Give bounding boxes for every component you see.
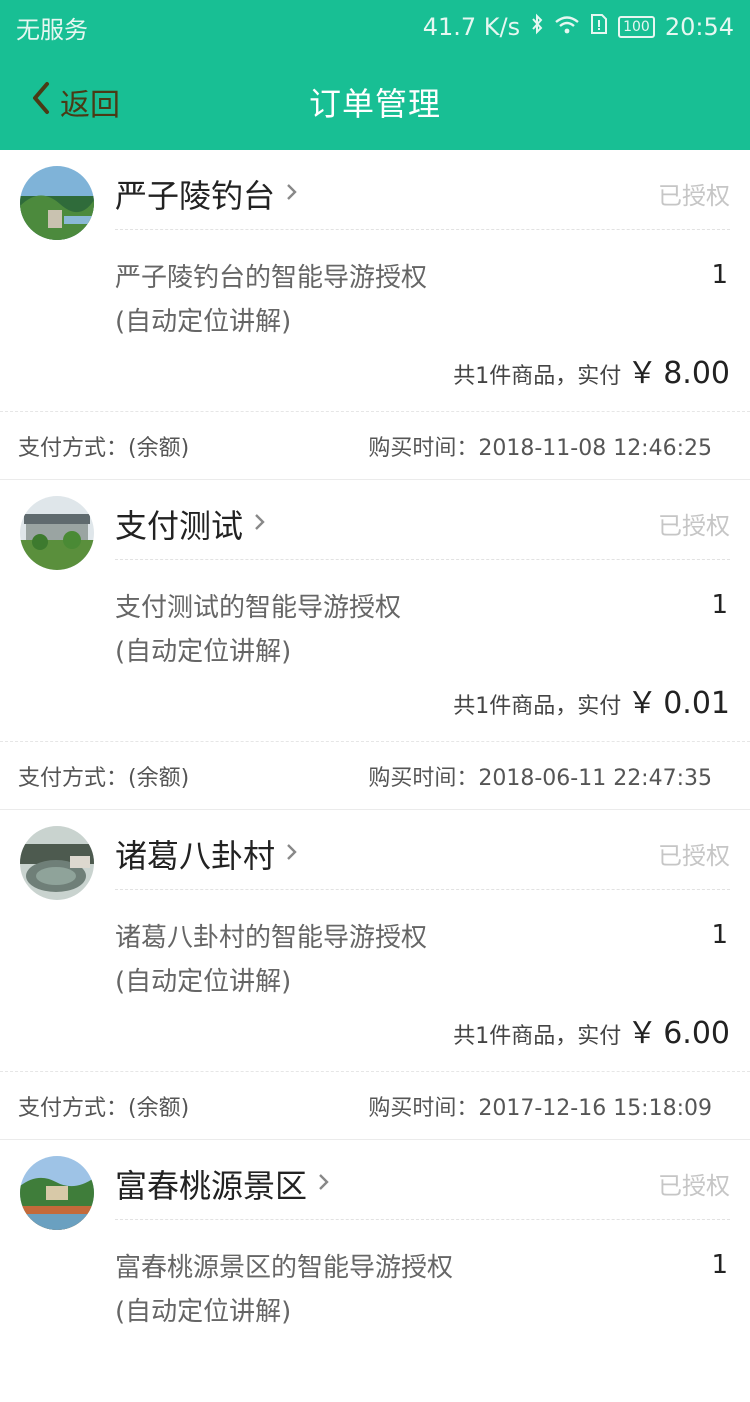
item-subtitle: (自动定位讲解) (115, 967, 292, 997)
divider (115, 889, 730, 890)
sim-alert-icon (590, 13, 608, 41)
status-icons: 41.7 K/s 100 20:54 (423, 13, 734, 41)
status-badge: 已授权 (658, 1172, 730, 1200)
nav-bar: 返回 订单管理 (0, 54, 750, 150)
back-button[interactable]: 返回 (30, 54, 120, 150)
status-badge: 已授权 (658, 512, 730, 540)
order-total: 共1件商品，实付 ￥ 8.00 (453, 348, 730, 392)
purchase-time: 购买时间：2018-06-11 22:47:35 (368, 766, 712, 791)
divider (115, 229, 730, 230)
order-card: 诸葛八卦村 已授权 诸葛八卦村的智能导游授权 (自动定位讲解) 1 共1件商品，… (0, 810, 750, 1140)
order-card: 严子陵钓台 已授权 严子陵钓台的智能导游授权 (自动定位讲解) 1 共1件商品，… (0, 150, 750, 480)
scenic-link[interactable]: 严子陵钓台 (115, 170, 299, 218)
scenic-thumbnail (20, 496, 94, 570)
scenic-thumbnail (20, 826, 94, 900)
total-label: 共1件商品，实付 (453, 364, 622, 389)
chevron-left-icon (30, 81, 52, 123)
payment-method: 支付方式：(余额) (18, 766, 190, 791)
chevron-right-icon (285, 182, 299, 206)
order-body[interactable]: 支付测试 已授权 支付测试的智能导游授权 (自动定位讲解) 1 共1件商品，实付… (0, 480, 750, 742)
order-card: 支付测试 已授权 支付测试的智能导游授权 (自动定位讲解) 1 共1件商品，实付… (0, 480, 750, 810)
item-title: 富春桃源景区的智能导游授权 (115, 1253, 454, 1283)
scenic-thumbnail (20, 1156, 94, 1230)
currency-symbol: ￥ (627, 356, 658, 391)
status-badge: 已授权 (658, 842, 730, 870)
scenic-link[interactable]: 支付测试 (115, 500, 267, 548)
item-quantity: 1 (711, 1250, 728, 1280)
scenic-name: 诸葛八卦村 (115, 837, 276, 875)
divider (115, 559, 730, 560)
order-total: 共1件商品，实付 ￥ 6.00 (453, 1008, 730, 1052)
order-total: 共1件商品，实付 ￥ 0.01 (453, 678, 730, 722)
payment-info: 支付方式：(余额) 购买时间：2018-06-11 22:47:35 (0, 742, 750, 810)
item-title: 严子陵钓台的智能导游授权 (115, 263, 428, 293)
scenic-link[interactable]: 富春桃源景区 (115, 1160, 331, 1208)
item-subtitle: (自动定位讲解) (115, 637, 292, 667)
item-title: 诸葛八卦村的智能导游授权 (115, 923, 428, 953)
network-speed: 41.7 K/s (422, 13, 521, 41)
payment-info: 支付方式：(余额) 购买时间：2017-12-16 15:18:09 (0, 1072, 750, 1140)
total-amount: 0.01 (663, 686, 730, 721)
app-header: 无服务 41.7 K/s 100 20:54 返回 订单管理 (0, 0, 750, 150)
scenic-thumbnail (20, 166, 94, 240)
clock: 20:54 (664, 13, 734, 41)
scenic-name: 支付测试 (115, 507, 244, 545)
scenic-name: 富春桃源景区 (115, 1167, 308, 1205)
order-body[interactable]: 诸葛八卦村 已授权 诸葛八卦村的智能导游授权 (自动定位讲解) 1 共1件商品，… (0, 810, 750, 1072)
item-quantity: 1 (711, 260, 728, 290)
wifi-icon (554, 13, 580, 41)
total-amount: 8.00 (663, 356, 730, 391)
currency-symbol: ￥ (627, 1016, 658, 1051)
total-label: 共1件商品，实付 (453, 1024, 622, 1049)
order-body[interactable]: 严子陵钓台 已授权 严子陵钓台的智能导游授权 (自动定位讲解) 1 共1件商品，… (0, 150, 750, 412)
order-card: 富春桃源景区 已授权 富春桃源景区的智能导游授权 (自动定位讲解) 1 (0, 1140, 750, 1402)
order-body[interactable]: 富春桃源景区 已授权 富春桃源景区的智能导游授权 (自动定位讲解) 1 (0, 1140, 750, 1402)
item-quantity: 1 (711, 920, 728, 950)
chevron-right-icon (285, 842, 299, 866)
status-badge: 已授权 (658, 182, 730, 210)
purchase-time: 购买时间：2017-12-16 15:18:09 (368, 1096, 712, 1121)
divider (115, 1219, 730, 1220)
carrier-label: 无服务 (16, 15, 88, 44)
item-title: 支付测试的智能导游授权 (115, 593, 402, 623)
total-amount: 6.00 (663, 1016, 730, 1051)
bluetooth-icon (530, 13, 544, 41)
purchase-time: 购买时间：2018-11-08 12:46:25 (368, 436, 712, 461)
item-quantity: 1 (711, 590, 728, 620)
item-subtitle: (自动定位讲解) (115, 307, 292, 337)
battery-icon: 100 (618, 16, 655, 38)
payment-method: 支付方式：(余额) (18, 1096, 190, 1121)
total-label: 共1件商品，实付 (453, 694, 622, 719)
chevron-right-icon (253, 512, 267, 536)
currency-symbol: ￥ (627, 686, 658, 721)
chevron-right-icon (317, 1172, 331, 1196)
item-subtitle: (自动定位讲解) (115, 1297, 292, 1327)
status-bar: 无服务 41.7 K/s 100 20:54 (0, 0, 750, 54)
payment-method: 支付方式：(余额) (18, 436, 190, 461)
scenic-name: 严子陵钓台 (115, 177, 276, 215)
back-label: 返回 (60, 88, 120, 123)
payment-info: 支付方式：(余额) 购买时间：2018-11-08 12:46:25 (0, 412, 750, 480)
scenic-link[interactable]: 诸葛八卦村 (115, 830, 299, 878)
